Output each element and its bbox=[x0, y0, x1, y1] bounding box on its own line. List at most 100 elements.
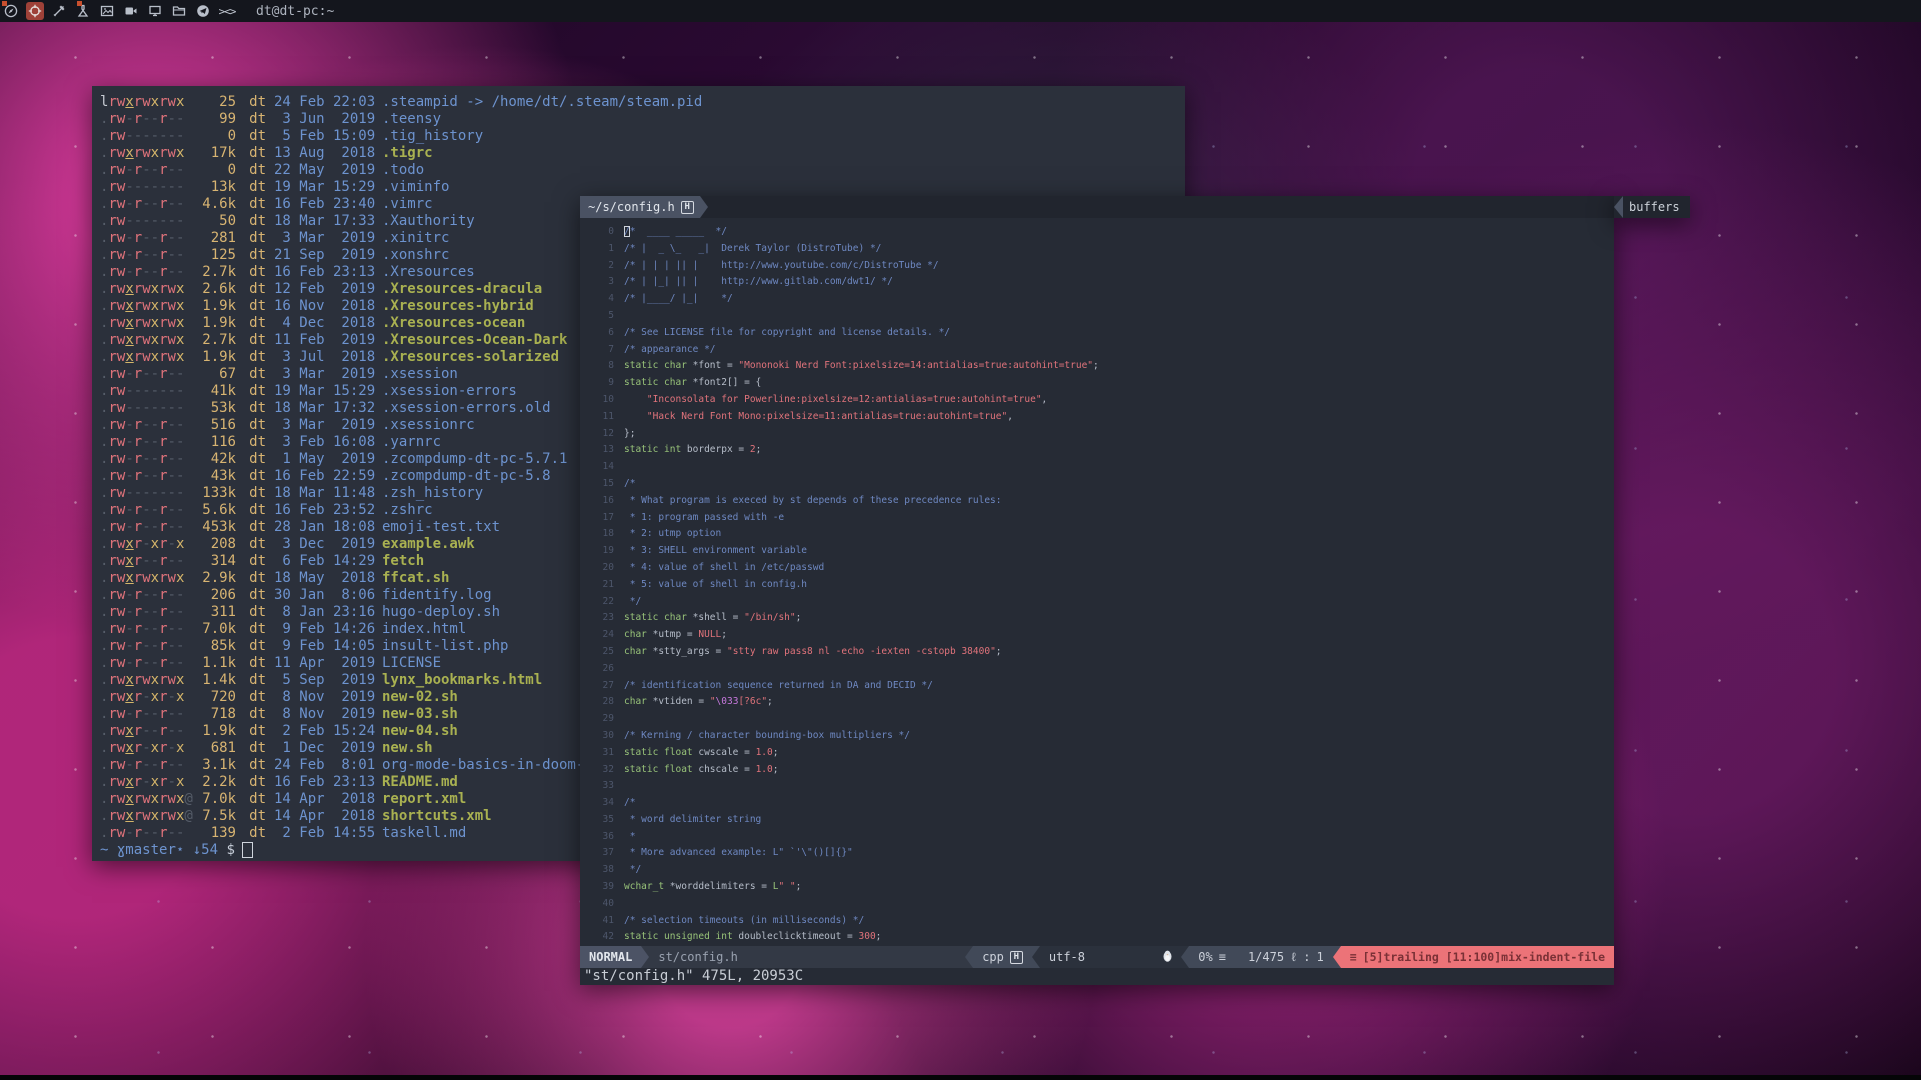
code-token: "stty raw pass8 nl -echo -iexten -cstopb… bbox=[727, 644, 996, 661]
file-owner: dt bbox=[244, 383, 266, 400]
line-number: 24 bbox=[588, 627, 624, 644]
line-number: 22 bbox=[588, 594, 624, 611]
file-name: .Xresources bbox=[382, 264, 475, 281]
file-permissions: .rwxrwxrwx bbox=[100, 315, 188, 332]
line-number: 25 bbox=[588, 644, 624, 661]
editor-window[interactable]: ~/s/config.h H 0/* ____ _____ */1/* | _ … bbox=[580, 196, 1614, 985]
code-line: 6/* See LICENSE file for copyright and l… bbox=[588, 325, 1614, 342]
file-owner: dt bbox=[244, 485, 266, 502]
code-token: ; bbox=[756, 442, 762, 459]
display-icon[interactable] bbox=[146, 2, 164, 20]
lint-message: [5]trailing [11:100]mix-indent-file bbox=[1363, 950, 1605, 964]
code-line: 39wchar_t *worddelimiters = L" "; bbox=[588, 879, 1614, 896]
line-number: 38 bbox=[588, 862, 624, 879]
code-token: "Hack Nerd Font Mono:pixelsize=11:antial… bbox=[647, 409, 1007, 426]
file-size: 99 bbox=[188, 111, 236, 128]
tab-file-path: ~/s/config.h bbox=[588, 200, 675, 214]
camera-icon[interactable] bbox=[122, 2, 140, 20]
code-token: /* bbox=[624, 476, 635, 493]
window-title: dt@dt-pc:~ bbox=[256, 4, 334, 19]
file-permissions: .rw-r--r-- bbox=[100, 706, 188, 723]
code-token: *vtiden = bbox=[653, 694, 710, 711]
file-size: 13k bbox=[188, 179, 236, 196]
file-date: 5 Sep 2019 bbox=[274, 672, 374, 689]
code-token: * More advanced example: L" `'\"()[]{}" bbox=[624, 845, 853, 862]
file-permissions: .rw-r--r-- bbox=[100, 587, 188, 604]
file-name: new-04.sh bbox=[382, 723, 458, 740]
file-date: 3 Mar 2019 bbox=[274, 230, 374, 247]
file-size: 1.9k bbox=[188, 723, 236, 740]
file-name: .Xresources-Ocean-Dark bbox=[382, 332, 567, 349]
image-icon[interactable] bbox=[98, 2, 116, 20]
file-size: 1.9k bbox=[188, 315, 236, 332]
code-line: 33 bbox=[588, 778, 1614, 795]
file-size: 516 bbox=[188, 417, 236, 434]
file-permissions: .rw-r--r-- bbox=[100, 451, 188, 468]
code-area[interactable]: 0/* ____ _____ */1/* | _ \_ _| Derek Tay… bbox=[580, 218, 1614, 946]
file-size: 133k bbox=[188, 485, 236, 502]
file-permissions: .rwxr-xr-x bbox=[100, 740, 188, 757]
code-token: * word delimiter string bbox=[624, 812, 761, 829]
code-token: ; bbox=[796, 610, 802, 627]
file-name: .Xresources-solarized bbox=[382, 349, 559, 366]
code-token: */ bbox=[624, 862, 641, 879]
file-owner: dt bbox=[244, 179, 266, 196]
file-owner: dt bbox=[244, 230, 266, 247]
code-token: " " bbox=[778, 879, 795, 896]
fish-shell-icon[interactable]: ><> bbox=[218, 2, 236, 20]
file-permissions: .rw-r--r-- bbox=[100, 502, 188, 519]
file-date: 2 Feb 14:55 bbox=[274, 825, 374, 842]
file-permissions: .rwxrwxrwx bbox=[100, 672, 188, 689]
line-number: 28 bbox=[588, 694, 624, 711]
file-name: .xsession-errors.old bbox=[382, 400, 551, 417]
file-name: new.sh bbox=[382, 740, 433, 757]
file-date: 12 Feb 2019 bbox=[274, 281, 374, 298]
file-owner: dt bbox=[244, 825, 266, 842]
files-icon[interactable] bbox=[170, 2, 188, 20]
code-token: ; bbox=[876, 929, 882, 946]
file-owner: dt bbox=[244, 621, 266, 638]
file-size: 42k bbox=[188, 451, 236, 468]
file-size: 85k bbox=[188, 638, 236, 655]
terminal-cursor bbox=[242, 842, 253, 858]
picker-icon[interactable] bbox=[50, 2, 68, 20]
file-permissions: .rwxr-xr-x bbox=[100, 689, 188, 706]
file-owner: dt bbox=[244, 723, 266, 740]
file-size: 43k bbox=[188, 468, 236, 485]
file-owner: dt bbox=[244, 298, 266, 315]
git-behind-count: ↓54 bbox=[184, 842, 226, 859]
file-permissions: .rwxrwxrwx bbox=[100, 332, 188, 349]
line-number: 6 bbox=[588, 325, 624, 342]
file-permissions: .rw-r--r-- bbox=[100, 264, 188, 281]
file-name: .xinitrc bbox=[382, 230, 449, 247]
code-line: 1/* | _ \_ _| Derek Taylor (DistroTube) … bbox=[588, 241, 1614, 258]
code-token: ; bbox=[773, 745, 779, 762]
code-token: * 4: value of shell in /etc/passwd bbox=[624, 560, 824, 577]
code-line: 26 bbox=[588, 661, 1614, 678]
file-date: 30 Jan 8:06 bbox=[274, 587, 374, 604]
file-date: 14 Apr 2018 bbox=[274, 808, 374, 825]
file-owner: dt bbox=[244, 366, 266, 383]
file-owner: dt bbox=[244, 570, 266, 587]
code-token: /* Kerning / character bounding-box mult… bbox=[624, 728, 910, 745]
file-name: shortcuts.xml bbox=[382, 808, 492, 825]
file-name: .Xauthority bbox=[382, 213, 475, 230]
telegram-icon[interactable] bbox=[194, 2, 212, 20]
tab-config-h[interactable]: ~/s/config.h H bbox=[580, 196, 700, 218]
file-date: 5 Feb 15:09 bbox=[274, 128, 374, 145]
file-date: 28 Jan 18:08 bbox=[274, 519, 374, 536]
file-name: example.awk bbox=[382, 536, 475, 553]
buffers-tab[interactable]: buffers bbox=[1614, 196, 1690, 218]
file-name: .vimrc bbox=[382, 196, 433, 213]
file-name: index.html bbox=[382, 621, 466, 638]
crosshair-icon[interactable] bbox=[26, 2, 44, 20]
file-owner: dt bbox=[244, 553, 266, 570]
statusline-spacer bbox=[747, 946, 965, 968]
line-number: 31 bbox=[588, 745, 624, 762]
code-line: 4/* |____/ |_| */ bbox=[588, 291, 1614, 308]
file-size: 17k bbox=[188, 145, 236, 162]
line-number: 12 bbox=[588, 426, 624, 443]
code-token: /* |____/ |_| */ bbox=[624, 291, 733, 308]
file-permissions: .rw-r--r-- bbox=[100, 604, 188, 621]
file-permissions: .rwxrwxrwx bbox=[100, 281, 188, 298]
